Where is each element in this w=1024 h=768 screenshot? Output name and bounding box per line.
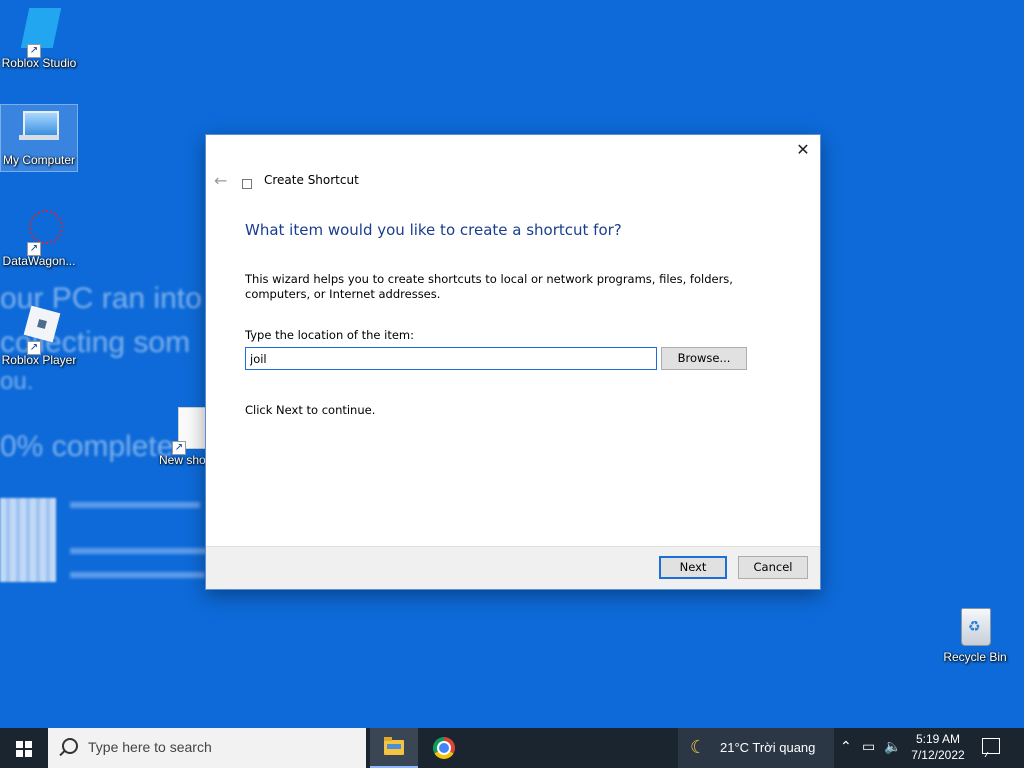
search-placeholder: Type here to search — [88, 739, 212, 755]
wallpaper-line — [70, 502, 200, 508]
chrome-icon — [433, 737, 455, 759]
desktop-icon-label: New sho — [159, 453, 206, 467]
roblox-player-icon: ↗ — [15, 305, 63, 355]
dialog-description: This wizard helps you to create shortcut… — [245, 272, 733, 301]
wallpaper-qr-code — [0, 498, 56, 582]
desktop-icon-label: Roblox Player — [1, 353, 77, 367]
taskbar: Type here to search ☾ 21°C Trời quang ⌃ … — [0, 728, 1024, 768]
browse-button[interactable]: Browse... — [661, 347, 747, 370]
dialog-title: Create Shortcut — [264, 173, 359, 187]
wallpaper-text: 0% complete — [0, 430, 174, 463]
network-icon[interactable]: ▭ — [862, 739, 875, 755]
desktop-icon-roblox-player[interactable]: ↗ Roblox Player — [1, 305, 77, 367]
weather-text: 21°C Trời quang — [720, 740, 816, 755]
back-arrow-icon[interactable]: ← — [214, 171, 227, 190]
desktop-icon-recycle-bin[interactable]: ♻ Recycle Bin — [937, 602, 1013, 664]
next-button[interactable]: Next — [659, 556, 727, 579]
continue-hint: Click Next to continue. — [245, 403, 376, 417]
weather-widget[interactable]: ☾ 21°C Trời quang — [678, 728, 834, 768]
taskbar-file-explorer[interactable] — [370, 728, 418, 768]
clock-time: 5:19 AM — [915, 732, 961, 746]
shortcut-arrow-icon: ↗ — [172, 441, 186, 455]
wallpaper-text: ou. — [0, 368, 34, 395]
close-icon[interactable]: ✕ — [794, 141, 812, 159]
desktop-icon-new-shortcut[interactable]: ↗ New sho — [150, 405, 206, 467]
location-label: Type the location of the item: — [245, 328, 415, 342]
file-explorer-icon — [384, 737, 404, 755]
wallpaper-line — [70, 572, 205, 578]
recycle-bin-icon: ♻ — [951, 602, 999, 650]
cancel-button[interactable]: Cancel — [738, 556, 808, 579]
shortcut-arrow-icon: ↗ — [27, 44, 41, 58]
taskbar-chrome[interactable] — [420, 728, 468, 768]
volume-icon[interactable]: 🔈 — [884, 739, 901, 755]
search-icon — [62, 738, 78, 754]
clock[interactable]: 5:19 AM 7/12/2022 — [902, 731, 974, 763]
desktop-icon-my-computer[interactable]: My Computer — [0, 104, 78, 172]
roblox-studio-icon: ↗ — [15, 8, 63, 58]
location-input[interactable] — [245, 347, 657, 370]
datawagon-icon: ↗ — [15, 206, 63, 256]
wallpaper-line — [70, 548, 210, 554]
shortcut-wizard-icon — [242, 179, 252, 189]
blank-file-icon: ↗ — [172, 405, 206, 455]
show-hidden-icons-chevron-up-icon[interactable]: ⌃ — [840, 739, 852, 755]
dialog-footer: Next Cancel — [206, 546, 820, 589]
desktop-icon-label: My Computer — [2, 153, 76, 167]
windows-logo-icon — [16, 741, 32, 757]
desktop-icon-roblox-studio[interactable]: ↗ Roblox Studio — [1, 8, 77, 70]
create-shortcut-dialog: ✕ ← Create Shortcut What item would you … — [205, 134, 821, 590]
shortcut-arrow-icon: ↗ — [27, 242, 41, 256]
notification-center-icon[interactable] — [982, 738, 1000, 754]
shortcut-arrow-icon: ↗ — [27, 341, 41, 355]
my-computer-icon — [15, 105, 63, 153]
dialog-heading: What item would you like to create a sho… — [245, 221, 622, 239]
clock-date: 7/12/2022 — [911, 748, 965, 762]
moon-icon: ☾ — [690, 737, 707, 758]
desktop-icon-label: Recycle Bin — [943, 650, 1007, 664]
desktop-icon-datawagon[interactable]: ↗ DataWagon... — [1, 206, 77, 268]
desktop-icon-label: Roblox Studio — [1, 56, 77, 70]
taskbar-search-box[interactable]: Type here to search — [48, 728, 366, 768]
desktop-icon-label: DataWagon... — [2, 254, 76, 268]
start-button[interactable] — [0, 728, 48, 768]
